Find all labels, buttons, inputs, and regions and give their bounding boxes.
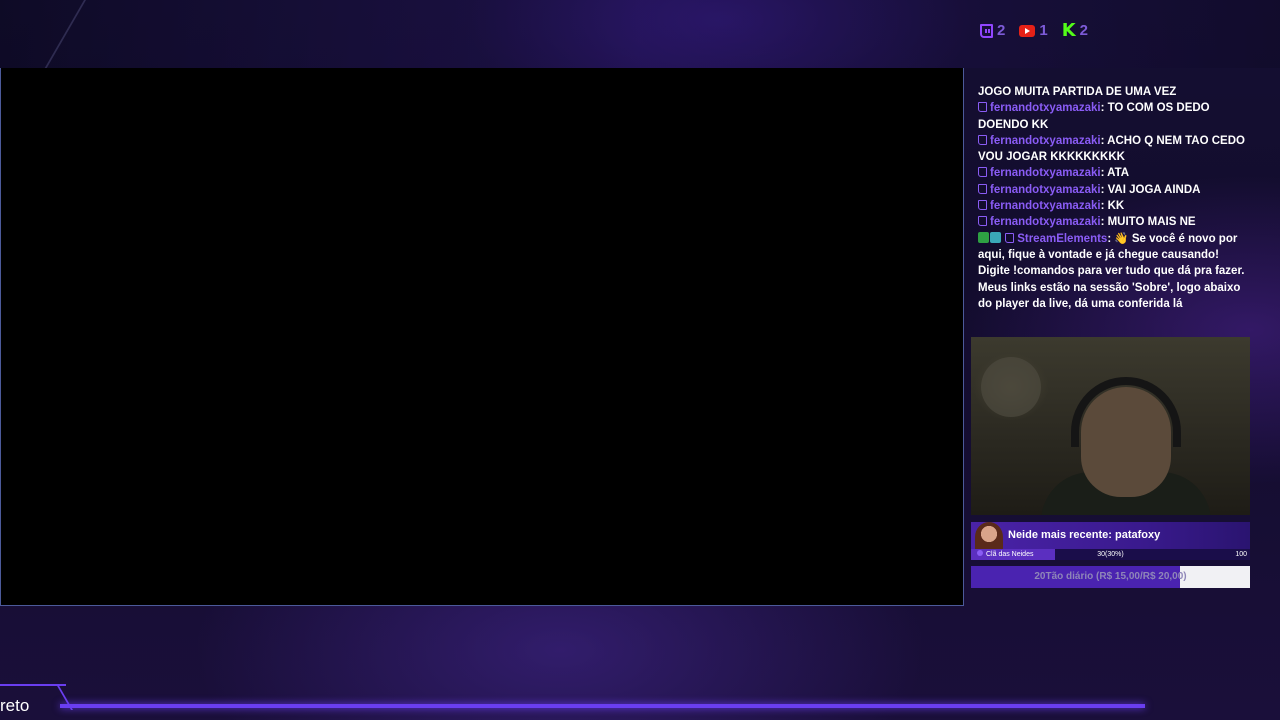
latest-member-title: Neide mais recente: patafoxy: [1008, 529, 1161, 541]
chat-message: fernandotxyamazaki: TO COM OS DEDO DOEND…: [978, 100, 1254, 133]
chat-message-text: : MUITO MAIS NE: [1100, 216, 1196, 229]
daily-goal-bar: 20Tão diário (R$ 15,00/R$ 20,00): [971, 566, 1250, 588]
chat-message-text: : KK: [1100, 200, 1125, 213]
daily-goal-text: 20Tão diário (R$ 15,00/R$ 20,00): [1034, 571, 1187, 582]
twitch-icon: [978, 200, 987, 211]
chat-message: fernandotxyamazaki: KK: [978, 198, 1254, 214]
verified-badge-icon: [978, 231, 989, 243]
twitch-icon: [980, 23, 993, 38]
chat-username: fernandotxyamazaki: [990, 167, 1101, 180]
member-goal-bar: Clã das Neides 30(30%) 100: [971, 549, 1250, 560]
twitch-icon: [978, 134, 987, 145]
chat-username: fernandotxyamazaki: [990, 216, 1101, 229]
viewer-count-twitch: 2: [980, 22, 1005, 39]
viewer-count-youtube: 1: [1019, 22, 1048, 39]
kick-icon: K: [1061, 20, 1076, 41]
chat-message: fernandotxyamazaki: ATA: [978, 165, 1254, 181]
chat-username: StreamElements: [1017, 232, 1108, 245]
chat-message-text: : ATA: [1100, 167, 1130, 180]
chat-message-text: JOGO MUITA PARTIDA DE UMA VEZ: [978, 86, 1177, 98]
chat-username: fernandotxyamazaki: [990, 183, 1101, 196]
twitch-icon: [978, 216, 987, 227]
twitch-icon: [1005, 232, 1015, 243]
chat-message: JOGO MUITA PARTIDA DE UMA VEZ: [978, 84, 1254, 100]
twitch-icon: [978, 167, 987, 178]
chat-username: fernandotxyamazaki: [990, 134, 1101, 147]
twitch-icon: [978, 102, 987, 113]
headset: [1071, 377, 1181, 447]
chat-message: fernandotxyamazaki: MUITO MAIS NE: [978, 214, 1254, 230]
chat-username: fernandotxyamazaki: [990, 200, 1101, 213]
chat-message-text: : VAI JOGA AINDA: [1100, 183, 1201, 196]
game-capture-area: [0, 68, 964, 606]
chat-username: fernandotxyamazaki: [990, 102, 1101, 115]
latest-member-widget: Neide mais recente: patafoxy Clã das Nei…: [971, 522, 1250, 560]
bottom-banner-text: reto: [0, 696, 30, 715]
viewer-count-value: 2: [997, 22, 1006, 39]
member-goal-max: 100: [1235, 551, 1247, 558]
webcam-feed: [971, 337, 1250, 515]
background-plush: [981, 357, 1041, 417]
youtube-icon: [1019, 24, 1036, 37]
member-avatar: [975, 522, 1003, 552]
chat-message: StreamElements: 👋 Se você é novo por aqu…: [978, 231, 1254, 312]
viewer-count-value: 1: [1039, 22, 1048, 39]
member-goal-progress: 30(30%): [1097, 551, 1124, 558]
chat-message: fernandotxyamazaki: VAI JOGA AINDA: [978, 182, 1254, 198]
chat-panel: JOGO MUITA PARTIDA DE UMA VEZ fernandotx…: [970, 68, 1254, 336]
bottom-accent-line: [60, 704, 1145, 708]
top-banner: 2 1 K 2: [0, 0, 1280, 80]
viewer-count-value: 2: [1079, 22, 1088, 39]
twitch-icon: [978, 183, 987, 194]
moderator-badge-icon: [990, 231, 1001, 243]
viewer-counts: 2 1 K 2: [980, 20, 1088, 41]
viewer-count-kick: K 2: [1062, 20, 1088, 41]
chat-message: fernandotxyamazaki: ACHO Q NEM TAO CEDO …: [978, 133, 1254, 166]
